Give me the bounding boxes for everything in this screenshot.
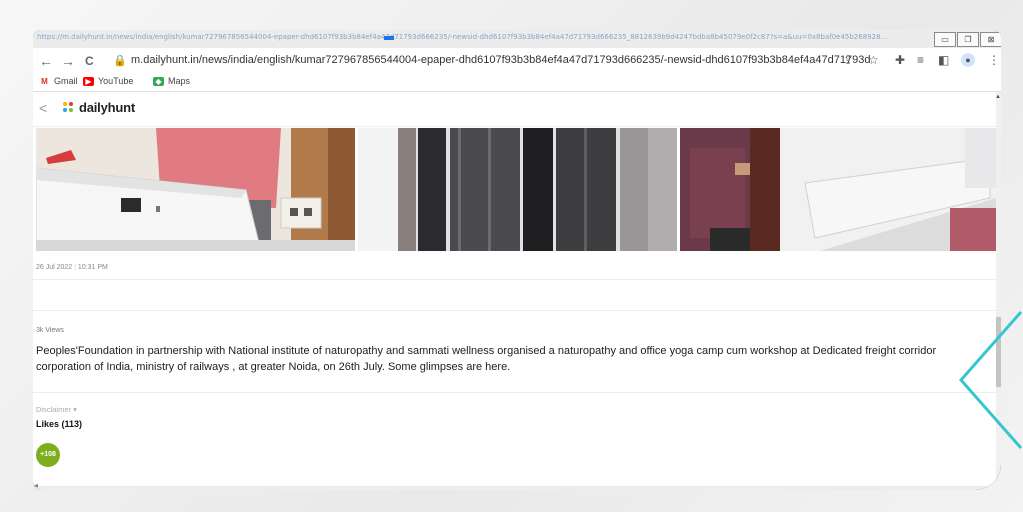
bookmark-label: Maps [168, 76, 191, 86]
title-bar: https://m.dailyhunt.in/news/india/englis… [33, 30, 1001, 48]
bookmark-label: Gmail [54, 76, 78, 86]
bookmarks-bar: M Gmail ▶ YouTube ◆ Maps [33, 73, 1001, 92]
divider [33, 310, 996, 311]
forward-button[interactable]: → [61, 53, 75, 69]
bookmark-youtube[interactable]: ▶ YouTube [83, 76, 133, 86]
divider [33, 392, 996, 393]
disclaimer-toggle[interactable]: Disclaimer ▾ [36, 405, 77, 414]
profile-avatar-icon[interactable]: ● [961, 53, 975, 67]
close-button[interactable]: ⊠ [980, 32, 1001, 47]
restore-button[interactable]: ❐ [957, 32, 979, 47]
reload-button[interactable]: C [85, 54, 94, 68]
post-body: Peoples'Foundation in partnership with N… [36, 345, 937, 373]
active-tab-indicator [384, 36, 394, 40]
address-bar[interactable]: 🔒 m.dailyhunt.in/news/india/english/kuma… [109, 52, 899, 69]
teal-chevron-icon [958, 311, 1023, 449]
back-button[interactable]: ← [39, 53, 53, 69]
bookmark-maps[interactable]: ◆ Maps [153, 76, 190, 86]
dailyhunt-logo[interactable]: dailyhunt [63, 100, 135, 115]
lock-icon: 🔒 [113, 55, 127, 67]
gmail-icon: M [39, 76, 50, 86]
photo-standing-group [358, 128, 677, 251]
bookmark-label: YouTube [98, 76, 134, 86]
view-count: 3k Views [36, 327, 64, 334]
site-header: < dailyhunt [33, 92, 996, 127]
address-url[interactable]: m.dailyhunt.in/news/india/english/kumar7… [131, 54, 871, 66]
menu-kebab-icon[interactable]: ⋮ [988, 53, 1000, 67]
logo-text: dailyhunt [79, 100, 135, 115]
photo-seated-person [680, 128, 996, 251]
title-url: https://m.dailyhunt.in/news/india/englis… [37, 33, 888, 41]
share-icon[interactable]: ⇪ [843, 53, 853, 67]
minimize-button[interactable]: ▭ [934, 32, 956, 47]
youtube-icon: ▶ [83, 76, 94, 86]
scroll-up-arrow-icon[interactable]: ▲ [995, 94, 1001, 100]
photo-gallery [36, 128, 996, 251]
extensions-icon[interactable]: ✚ [895, 53, 905, 67]
back-chevron-icon[interactable]: < [39, 100, 47, 116]
reading-list-icon[interactable]: ≡ [917, 53, 924, 67]
browser-window: https://m.dailyhunt.in/news/india/englis… [33, 30, 1001, 490]
horizontal-scrollbar[interactable]: ◀ [33, 483, 996, 490]
gallery-photo-1[interactable] [36, 128, 355, 251]
browser-toolbar: ← → C 🔒 m.dailyhunt.in/news/india/englis… [33, 48, 1001, 73]
likes-count[interactable]: Likes (113) [36, 419, 82, 429]
logo-dots-icon [63, 101, 75, 114]
divider [33, 279, 996, 280]
gallery-photo-2[interactable] [358, 128, 677, 251]
maps-icon: ◆ [153, 76, 164, 86]
gallery-photo-3[interactable] [680, 128, 996, 251]
photo-speaker-podium [36, 128, 355, 251]
web-page: < dailyhunt 26 Jul 2022 | 10:31 PM 3k Vi… [33, 92, 996, 486]
post-time: 10:31 PM [77, 264, 108, 271]
post-timestamp: 26 Jul 2022 | 10:31 PM [36, 264, 108, 271]
bookmark-star-icon[interactable]: ☆ [868, 53, 879, 67]
likes-more-badge[interactable]: +108 [36, 443, 60, 467]
bookmark-gmail[interactable]: M Gmail [39, 76, 78, 86]
scroll-left-arrow-icon[interactable]: ◀ [34, 483, 38, 489]
post-date: 26 Jul 2022 [36, 264, 73, 271]
side-panel-icon[interactable]: ◧ [938, 53, 949, 67]
